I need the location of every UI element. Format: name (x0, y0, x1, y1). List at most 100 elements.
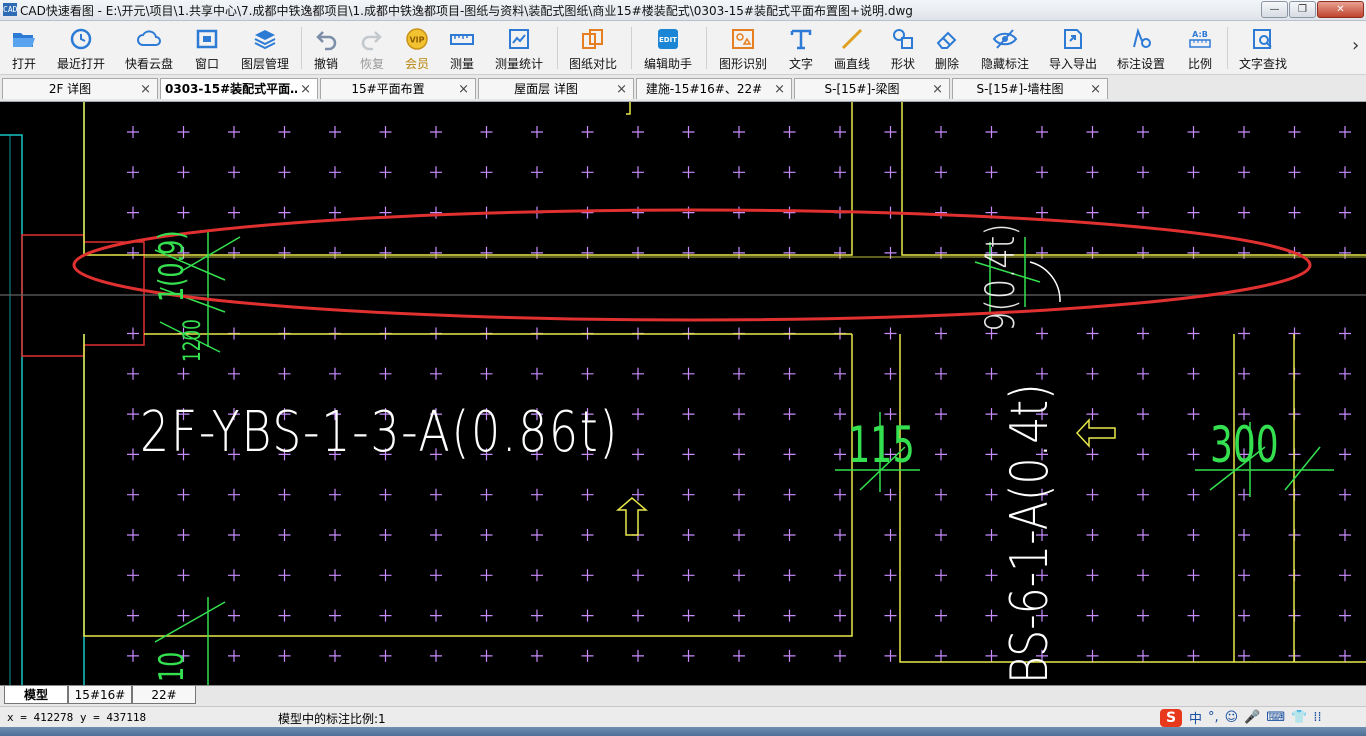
layer-manager-button[interactable]: 图层管理 (236, 23, 294, 73)
open-button[interactable]: 打开 (2, 23, 46, 73)
text-search-button[interactable]: 文字查找 (1234, 23, 1292, 73)
maximize-button[interactable]: ❐ (1289, 1, 1316, 18)
ime-menu-icon[interactable]: ⁞⁞ (1313, 710, 1321, 725)
grid-cross-mark (1238, 327, 1250, 340)
hide-eye-icon (992, 29, 1018, 49)
grid-cross-mark (1339, 408, 1351, 421)
delete-button[interactable]: 删除 (928, 23, 966, 73)
hide-annotation-button[interactable]: 隐藏标注 (976, 23, 1034, 73)
cursor-coordinates: x = 412278 y = 437118 (7, 711, 147, 724)
ime-chinese-mode[interactable]: 中 (1189, 708, 1202, 727)
grid-cross-mark (329, 488, 341, 501)
measure-button[interactable]: 测量 (442, 23, 482, 73)
tab-close-icon[interactable]: × (140, 79, 151, 100)
tab-architecture[interactable]: 建施-15#16#、22# × (636, 78, 792, 99)
grid-cross-mark (127, 488, 139, 501)
tab-close-icon[interactable]: × (458, 79, 469, 100)
grid-cross-mark (935, 327, 947, 340)
ime-punctuation-icon[interactable]: °, (1208, 710, 1219, 725)
grid-cross-mark (480, 488, 493, 501)
tab-close-icon[interactable]: × (300, 79, 311, 100)
layout-tab-model[interactable]: 模型 (4, 686, 68, 704)
grid-cross-mark (1238, 569, 1250, 582)
dimension-300[interactable]: 300 (1210, 416, 1279, 474)
window-icon (196, 29, 218, 49)
ime-emoji-icon[interactable]: ☺ (1225, 710, 1239, 725)
drawing-canvas[interactable]: 2F-YBS-1-3-A(0.86t) BS-6-1-A(0.4t) 9(0.4… (0, 102, 1366, 685)
measure-stats-button[interactable]: 测量统计 (490, 23, 548, 73)
grid-cross-mark (430, 126, 442, 138)
edit-helper-button[interactable]: EDIT 编辑助手 (638, 23, 698, 73)
grid-cross-mark (1137, 569, 1149, 582)
tab-beam-drawing[interactable]: S-[15#]-梁图 × (794, 78, 950, 99)
recent-clock-icon (70, 28, 92, 50)
dimension-left-bottom[interactable]: 10 (152, 652, 192, 682)
toolbar-more-arrow[interactable]: › (1352, 35, 1359, 56)
grid-cross-mark (1339, 569, 1351, 582)
panel-label-side[interactable]: BS-6-1-A(0.4t) (1000, 383, 1060, 684)
grid-cross-mark (1187, 448, 1200, 461)
grid-cross-mark (1238, 649, 1250, 662)
ime-voice-icon[interactable]: 🎤 (1244, 710, 1260, 725)
slab-divider (1233, 334, 1295, 662)
grid-cross-mark (783, 408, 796, 421)
draw-line-button[interactable]: 画直线 (828, 23, 876, 73)
dimension-115[interactable]: 115 (848, 416, 915, 474)
grid-cross-mark (783, 569, 796, 582)
panel-label-top-partial[interactable]: 9(0.4t) (978, 223, 1024, 332)
tab-close-icon[interactable]: × (774, 79, 785, 100)
import-export-button[interactable]: 导入导出 (1044, 23, 1102, 73)
sogou-logo-icon[interactable]: S (1160, 708, 1182, 727)
tab-0303-layout[interactable]: 0303-15#装配式平面… × (160, 78, 318, 99)
grid-cross-mark (632, 206, 644, 219)
grid-cross-mark (581, 609, 594, 622)
app-icon: CAD (3, 3, 18, 16)
redo-button[interactable]: 恢复 (352, 23, 392, 73)
grid-cross-mark (177, 529, 190, 541)
os-taskbar (0, 727, 1366, 736)
shape-button[interactable]: 形状 (884, 23, 922, 73)
grid-cross-mark (1187, 206, 1200, 219)
text-tool-button[interactable]: 文字 (782, 23, 820, 73)
layout-tab-15-16[interactable]: 15#16# (68, 686, 132, 704)
window-button[interactable]: 窗口 (188, 23, 226, 73)
grid-cross-mark (581, 367, 594, 380)
grid-cross-mark (581, 166, 594, 179)
scale-ratio-button[interactable]: A:B 比例 (1180, 23, 1220, 73)
tab-wall-column-drawing[interactable]: S-[15#]-墙柱图 × (952, 78, 1108, 99)
ime-toolbar[interactable]: S 中 °, ☺ 🎤 ⌨ 👕 ⁞⁞ (1160, 708, 1325, 727)
minimize-button[interactable]: — (1261, 1, 1288, 18)
vip-button[interactable]: VIP 会员 (398, 23, 436, 73)
tab-close-icon[interactable]: × (932, 79, 943, 100)
drawing-compare-button[interactable]: 图纸对比 (564, 23, 622, 73)
dimension-left-top[interactable]: 1(0.9) (152, 230, 192, 302)
grid-cross-mark (278, 609, 291, 622)
recent-open-button[interactable]: 最近打开 (52, 23, 110, 73)
undo-button[interactable]: 撤销 (306, 23, 346, 73)
layout-tab-22[interactable]: 22# (132, 686, 196, 704)
grid-cross-mark (682, 488, 695, 501)
grid-cross-mark (228, 569, 240, 582)
ime-skin-icon[interactable]: 👕 (1291, 710, 1307, 725)
tab-15-floor-plan[interactable]: 15#平面布置 × (320, 78, 476, 99)
tab-close-icon[interactable]: × (1090, 79, 1101, 100)
annotation-settings-button[interactable]: 标注设置 (1112, 23, 1170, 73)
cloud-drive-button[interactable]: 快看云盘 (120, 23, 178, 73)
shape-recognize-button[interactable]: 图形识别 (714, 23, 772, 73)
grid-cross-mark (127, 206, 139, 219)
tab-close-icon[interactable]: × (616, 79, 627, 100)
tab-roof-detail[interactable]: 屋面层 详图 × (478, 78, 634, 99)
grid-cross-mark (1187, 488, 1200, 501)
ime-keyboard-icon[interactable]: ⌨ (1266, 710, 1285, 725)
dimension-left-top-2[interactable]: 1200 (178, 319, 206, 362)
grid-cross-mark (581, 488, 594, 501)
grid-cross-mark (682, 609, 695, 622)
cad-drawing[interactable] (0, 102, 1366, 685)
grid-cross-mark (278, 488, 291, 501)
toolbar-separator (706, 27, 707, 69)
close-button[interactable]: ✕ (1317, 1, 1364, 18)
grid-cross-mark (783, 529, 796, 541)
panel-label-main[interactable]: 2F-YBS-1-3-A(0.86t) (140, 400, 619, 465)
import-export-icon (1064, 29, 1082, 49)
tab-2f-detail[interactable]: 2F 详图 × (2, 78, 158, 99)
